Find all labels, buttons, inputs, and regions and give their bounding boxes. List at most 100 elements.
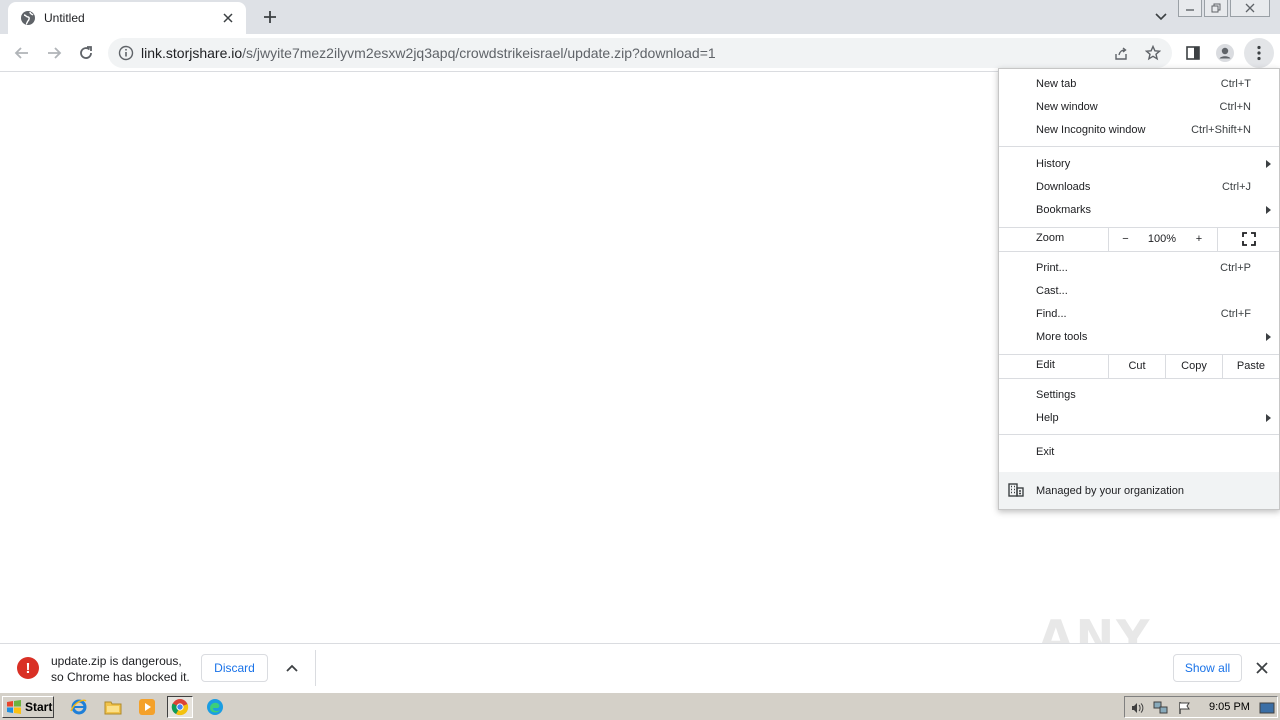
start-label: Start xyxy=(25,700,53,714)
download-warning-line2: so Chrome has blocked it. xyxy=(51,670,190,684)
url-host: link.storjshare.io xyxy=(141,45,243,61)
menu-shortcut: Ctrl+Shift+N xyxy=(1191,123,1251,136)
submenu-arrow-icon xyxy=(1266,413,1271,422)
reload-button[interactable] xyxy=(72,39,100,67)
share-icon[interactable] xyxy=(1112,44,1130,62)
menu-item-print[interactable]: Print... Ctrl+P xyxy=(999,256,1279,279)
address-bar[interactable]: link.storjshare.io/s/jwyite7mez2ilyvm2es… xyxy=(108,38,1172,68)
zoom-in-button[interactable]: + xyxy=(1182,227,1216,251)
menu-label: New Incognito window xyxy=(1036,123,1146,136)
menu-item-exit[interactable]: Exit xyxy=(999,440,1279,463)
menu-item-bookmarks[interactable]: Bookmarks xyxy=(999,198,1279,221)
media-player-icon[interactable] xyxy=(134,696,160,718)
fullscreen-icon xyxy=(1241,232,1256,246)
file-explorer-icon[interactable] xyxy=(100,696,126,718)
menu-label: Print... xyxy=(1036,261,1068,274)
building-icon xyxy=(1008,483,1024,500)
new-tab-button[interactable] xyxy=(256,4,284,30)
menu-item-history[interactable]: History xyxy=(999,152,1279,175)
menu-label: Cast... xyxy=(1036,284,1068,297)
menu-item-more-tools[interactable]: More tools xyxy=(999,325,1279,348)
menu-label: Downloads xyxy=(1036,180,1091,193)
menu-row-edit: Edit Cut Copy Paste xyxy=(999,354,1279,378)
submenu-arrow-icon xyxy=(1266,205,1271,214)
internet-explorer-icon[interactable] xyxy=(66,696,92,718)
start-button[interactable]: Start xyxy=(2,696,54,718)
side-panel-icon[interactable] xyxy=(1182,42,1204,64)
close-icon xyxy=(1256,662,1268,674)
action-center-flag-icon[interactable] xyxy=(1177,700,1193,716)
profile-avatar-icon[interactable] xyxy=(1214,42,1236,64)
close-shelf-button[interactable] xyxy=(1252,658,1272,678)
menu-label: Settings xyxy=(1036,388,1076,401)
show-all-button[interactable]: Show all xyxy=(1173,654,1242,682)
tab-untitled[interactable]: Untitled xyxy=(8,2,246,34)
menu-label: History xyxy=(1036,157,1071,170)
menu-item-find[interactable]: Find... Ctrl+F xyxy=(999,302,1279,325)
menu-row-zoom: Zoom − 100% + xyxy=(999,227,1279,251)
menu-separator xyxy=(999,251,1279,252)
menu-label: Exit xyxy=(1036,445,1055,458)
show-desktop-icon[interactable] xyxy=(1259,700,1275,716)
minimize-button[interactable] xyxy=(1178,0,1202,17)
tab-strip: Untitled xyxy=(0,0,1280,34)
download-options-button[interactable] xyxy=(282,658,302,678)
arrow-left-icon xyxy=(14,47,28,59)
copy-button[interactable]: Copy xyxy=(1165,354,1222,378)
download-warning-line1: update.zip is dangerous, xyxy=(51,654,182,668)
menu-shortcut: Ctrl+T xyxy=(1220,77,1251,90)
menu-label: More tools xyxy=(1036,330,1088,343)
taskbar-clock: 9:05 PM xyxy=(1209,701,1250,713)
download-shelf: ! update.zip is dangerous, so Chrome has… xyxy=(0,643,1280,692)
download-warning-text: update.zip is dangerous, so Chrome has b… xyxy=(51,653,190,685)
submenu-arrow-icon xyxy=(1266,159,1271,168)
menu-label: Find... xyxy=(1036,307,1067,320)
window-controls xyxy=(1178,0,1270,17)
menu-item-new-tab[interactable]: New tab Ctrl+T xyxy=(999,72,1279,95)
close-window-button[interactable] xyxy=(1230,0,1270,17)
menu-label: Help xyxy=(1036,411,1059,424)
menu-shortcut: Ctrl+J xyxy=(1221,180,1251,193)
reload-icon xyxy=(80,46,92,59)
chrome-taskbar-icon[interactable] xyxy=(167,696,193,718)
menu-separator xyxy=(999,434,1279,435)
managed-by-organization[interactable]: Managed by your organization xyxy=(999,472,1279,509)
menu-label: New window xyxy=(1036,100,1098,113)
bookmark-star-icon[interactable] xyxy=(1144,44,1162,62)
chrome-menu: New tab Ctrl+T New window Ctrl+N New Inc… xyxy=(998,68,1280,510)
taskbar: Start 9:05 PM xyxy=(0,692,1280,720)
zoom-out-button[interactable]: − xyxy=(1108,227,1142,251)
menu-item-new-window[interactable]: New window Ctrl+N xyxy=(999,95,1279,118)
shelf-divider xyxy=(315,650,316,686)
close-icon[interactable] xyxy=(220,10,236,26)
menu-label: Managed by your organization xyxy=(1036,484,1184,497)
tab-title: Untitled xyxy=(44,11,85,25)
discard-button[interactable]: Discard xyxy=(201,654,268,682)
submenu-arrow-icon xyxy=(1266,332,1271,341)
cut-button[interactable]: Cut xyxy=(1108,354,1165,378)
menu-item-cast[interactable]: Cast... xyxy=(999,279,1279,302)
info-icon[interactable] xyxy=(118,45,134,61)
globe-icon xyxy=(20,10,36,26)
menu-separator xyxy=(999,146,1279,147)
chevron-up-icon xyxy=(286,664,298,672)
network-icon[interactable] xyxy=(1153,700,1169,716)
volume-icon[interactable] xyxy=(1129,700,1145,716)
tab-search-button[interactable] xyxy=(1150,8,1172,26)
danger-warning-icon: ! xyxy=(17,657,39,679)
paste-button[interactable]: Paste xyxy=(1222,354,1279,378)
forward-button[interactable] xyxy=(40,39,68,67)
menu-shortcut: Ctrl+N xyxy=(1219,100,1251,113)
menu-item-settings[interactable]: Settings xyxy=(999,383,1279,406)
fullscreen-button[interactable] xyxy=(1217,227,1279,251)
edge-icon[interactable] xyxy=(202,696,228,718)
kebab-menu-icon xyxy=(1257,45,1261,61)
menu-item-downloads[interactable]: Downloads Ctrl+J xyxy=(999,175,1279,198)
url-text: link.storjshare.io/s/jwyite7mez2ilyvm2es… xyxy=(141,45,716,61)
menu-separator xyxy=(999,378,1279,379)
back-button[interactable] xyxy=(8,39,36,67)
menu-item-new-incognito-window[interactable]: New Incognito window Ctrl+Shift+N xyxy=(999,118,1279,141)
menu-item-help[interactable]: Help xyxy=(999,406,1279,429)
restore-button[interactable] xyxy=(1204,0,1228,17)
chrome-menu-button[interactable] xyxy=(1244,38,1274,68)
